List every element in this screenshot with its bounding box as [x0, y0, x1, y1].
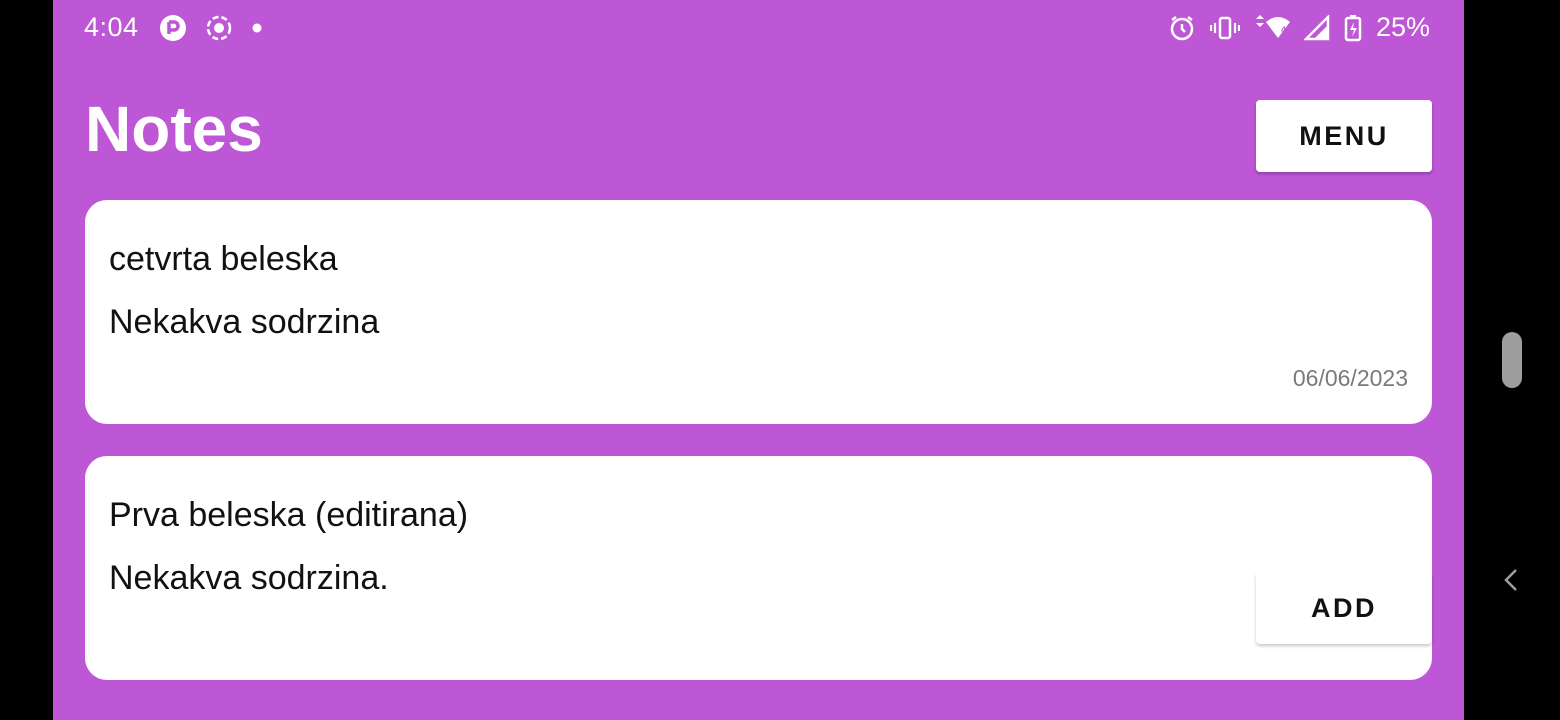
- scroll-handle[interactable]: [1502, 332, 1522, 388]
- note-card[interactable]: Prva beleska (editirana) Nekakva sodrzin…: [85, 456, 1432, 680]
- note-body: Nekakva sodrzina.: [109, 559, 389, 597]
- note-title: cetvrta beleska: [109, 240, 338, 278]
- note-body: Nekakva sodrzina: [109, 303, 380, 341]
- note-title: Prva beleska (editirana): [109, 496, 469, 534]
- pocket-casts-icon: [159, 14, 187, 42]
- screen-record-icon: [205, 14, 233, 42]
- status-right: 4 25%: [1168, 12, 1430, 43]
- back-chevron-icon[interactable]: [1500, 566, 1524, 594]
- status-bar: 4:04 4 25%: [53, 0, 1464, 58]
- note-date: 06/06/2023: [1292, 365, 1408, 391]
- add-button[interactable]: ADD: [1256, 572, 1432, 644]
- alarm-icon: [1168, 14, 1196, 42]
- app-screen: 4:04 4 25% Notes MENU cetvrta beleska Ne…: [53, 0, 1464, 720]
- status-left-icons: [159, 14, 263, 42]
- signal-icon: [1303, 14, 1330, 41]
- page-title: Notes: [85, 93, 263, 165]
- menu-button[interactable]: MENU: [1256, 100, 1432, 172]
- vibrate-icon: [1209, 14, 1240, 42]
- battery-percent: 25%: [1375, 12, 1430, 42]
- wifi-icon: 4: [1254, 14, 1290, 42]
- battery-charging-icon: [1344, 14, 1362, 42]
- note-card[interactable]: cetvrta beleska Nekakva sodrzina 06/06/2…: [85, 200, 1432, 424]
- svg-text:4: 4: [1281, 25, 1286, 35]
- status-time: 4:04: [84, 12, 139, 42]
- dot-icon: [251, 22, 263, 34]
